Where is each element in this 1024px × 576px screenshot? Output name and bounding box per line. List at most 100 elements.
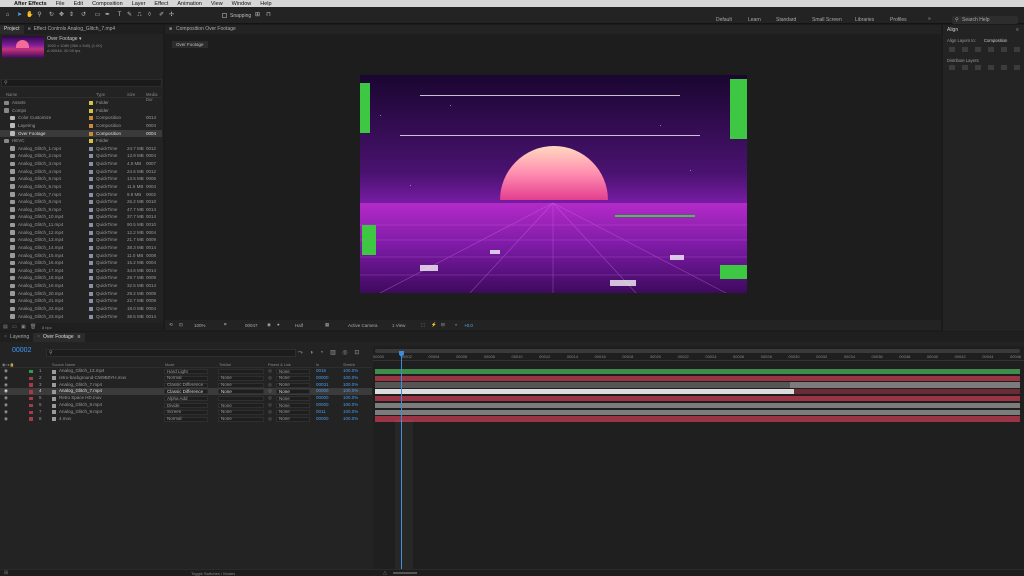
col-trkmat[interactable]: TrkMat (219, 363, 231, 367)
layer-visibility-icon[interactable]: ◉ (4, 395, 8, 402)
tab-effect-controls[interactable]: ■ Effect Controls Analog_Glitch_7.mp4 (24, 25, 120, 34)
pan-tool-icon[interactable]: ✥ (58, 12, 65, 19)
project-item[interactable]: Layering Composition 0004 (0, 122, 162, 130)
project-item[interactable]: Analog_Glitch_9.mp4 QuickTime 47.7 MB 0014 (0, 206, 162, 214)
project-item[interactable]: Analog_Glitch_3.mp4 QuickTime 4.5 MB 0007 (0, 160, 162, 168)
hand-tool-icon[interactable]: ✋ (26, 12, 33, 19)
layer-trkmat-dropdown[interactable] (218, 369, 264, 374)
layer-in-point[interactable]: 00031 (316, 382, 329, 389)
layer-label-color[interactable] (29, 369, 33, 374)
project-item[interactable]: Analog_Glitch_16.mp4 QuickTime 15.2 MB 0004 (0, 259, 162, 267)
distribute-top-icon[interactable] (949, 65, 955, 70)
layer-row[interactable]: ◉ 4 Analog_Glitch_7.mp4 Classic Difference N… (0, 388, 372, 396)
layer-mode-dropdown[interactable]: Normal (164, 375, 208, 381)
project-item[interactable]: Analog_Glitch_18.mp4 QuickTime 29.7 MB 0009 (0, 274, 162, 282)
align-to-dropdown[interactable]: Composition (984, 38, 1007, 43)
snapshot-icon[interactable]: ◉ (267, 322, 271, 328)
align-left-icon[interactable] (949, 47, 955, 52)
snap-magnet-icon[interactable]: ⊓ (265, 12, 272, 19)
shy-layers-icon[interactable]: ◔ (320, 350, 324, 356)
layer-row[interactable]: ◉ 8 4.mov Normal None ◎ None 00000 100.0% (0, 416, 372, 423)
timeline-search-input[interactable]: ⚲ (46, 349, 296, 357)
delete-icon[interactable]: 🗑 (30, 324, 36, 330)
layer-mode-dropdown[interactable]: Normal (164, 416, 208, 422)
layer-visibility-icon[interactable]: ◉ (4, 368, 8, 375)
layer-stretch[interactable]: 100.0% (343, 382, 358, 389)
layer-mode-dropdown[interactable]: Hard Light (164, 369, 208, 374)
label-color-swatch[interactable] (89, 207, 93, 212)
layer-name[interactable]: Analog_Glitch_7.mp4 (59, 382, 102, 389)
col-in[interactable]: In (316, 363, 319, 367)
label-color-swatch[interactable] (89, 284, 93, 289)
layer-trkmat-dropdown[interactable] (218, 396, 264, 402)
tab-composition[interactable]: ■ Composition Over Footage (165, 25, 240, 34)
layer-visibility-icon[interactable]: ◉ (4, 375, 8, 382)
distribute-vcenter-icon[interactable] (962, 65, 968, 70)
workspace-libraries[interactable]: Libraries (855, 17, 874, 23)
project-item[interactable]: Comps Folder (0, 107, 162, 115)
layer-row[interactable]: ◉ 7 Analog_Glitch_9.mp4 Screen None ◎ None 0011… (0, 409, 372, 416)
layer-stretch[interactable]: 100.0% (343, 402, 358, 409)
new-folder-icon[interactable]: ▭ (12, 324, 17, 330)
close-icon[interactable]: × (4, 334, 7, 340)
project-item[interactable]: Analog_Glitch_19.mp4 QuickTime 32.5 MB 0014 (0, 282, 162, 290)
draft-3d-icon[interactable]: ◑ (309, 350, 313, 356)
layer-row[interactable]: ◉ 1 Analog_Glitch_13.mp4 Hard Light ◎ None 001… (0, 368, 372, 375)
project-item[interactable]: Analog_Glitch_5.mp4 QuickTime 13.5 MB 0006 (0, 175, 162, 183)
project-item[interactable]: Analog_Glitch_2.mp4 QuickTime 13.9 MB 0004 (0, 152, 162, 160)
workspace-menu-icon[interactable]: » (928, 16, 931, 22)
project-item[interactable]: Analog_Glitch_20.mp4 QuickTime 29.2 MB 0009 (0, 290, 162, 298)
label-color-swatch[interactable] (89, 123, 93, 128)
pick-whip-icon[interactable]: ◎ (268, 375, 272, 382)
fast-previews-icon[interactable]: ⚡ (431, 322, 437, 328)
layer-duration-bar[interactable] (375, 416, 1020, 422)
label-color-swatch[interactable] (89, 253, 93, 258)
layer-stretch[interactable]: 100.0% (343, 416, 358, 423)
layer-stretch[interactable]: 100.0% (343, 388, 358, 395)
dolly-tool-icon[interactable]: ⇕ (68, 12, 75, 19)
layer-parent-dropdown[interactable]: None (276, 369, 310, 374)
label-color-swatch[interactable] (89, 291, 93, 296)
transparency-grid-icon[interactable]: ▦ (325, 322, 329, 328)
layer-in-point[interactable]: 00000 (316, 402, 329, 409)
color-channel-icon[interactable]: ● (277, 322, 280, 327)
interpret-footage-icon[interactable]: ▤ (3, 324, 8, 330)
workspace-default[interactable]: Default (716, 17, 732, 23)
preview-name[interactable]: Over Footage ▾ (47, 36, 81, 42)
frame-blending-icon[interactable]: ▥ (330, 350, 336, 356)
work-area-bar[interactable] (375, 349, 1020, 353)
clone-stamp-tool-icon[interactable]: ⎍ (136, 12, 143, 19)
label-color-swatch[interactable] (89, 307, 93, 311)
menu-edit[interactable]: Edit (74, 1, 83, 7)
pick-whip-icon[interactable]: ◎ (268, 382, 272, 389)
label-color-swatch[interactable] (89, 139, 93, 144)
label-color-swatch[interactable] (89, 200, 93, 205)
align-right-icon[interactable] (975, 47, 981, 52)
layer-label-color[interactable] (29, 390, 33, 394)
layer-visibility-icon[interactable]: ◉ (4, 382, 8, 389)
project-item[interactable]: Analog_Glitch_15.mp4 QuickTime 11.0 MB 0008 (0, 252, 162, 260)
menu-file[interactable]: File (56, 1, 65, 7)
layer-trkmat-dropdown[interactable]: None (218, 375, 264, 381)
distribute-bottom-icon[interactable] (975, 65, 981, 70)
menu-help[interactable]: Help (260, 1, 271, 7)
puppet-pin-tool-icon[interactable]: ✢ (168, 12, 175, 19)
col-parent[interactable]: Parent & Link (268, 363, 291, 367)
current-time-display[interactable]: 00047 (245, 323, 258, 328)
align-horizontal-center-icon[interactable] (962, 47, 968, 52)
align-menu-icon[interactable]: ≡ (1016, 27, 1019, 33)
layer-in-point[interactable]: 0011 (316, 409, 326, 416)
zoom-tool-icon[interactable]: ⚲ (36, 12, 43, 19)
col-stretch[interactable]: Stretch (343, 363, 355, 367)
layer-parent-dropdown[interactable]: None (276, 409, 310, 415)
snapping-toggle[interactable]: Snapping (222, 13, 251, 19)
layer-duration-bar[interactable] (375, 402, 1020, 408)
layer-duration-bar[interactable] (375, 409, 1020, 415)
layer-stretch[interactable]: 100.0% (343, 368, 358, 375)
layer-name[interactable]: Analog_Glitch_9.mp4 (59, 409, 102, 416)
layer-duration-bar[interactable] (375, 389, 794, 395)
layer-in-point[interactable]: 0016 (316, 368, 326, 375)
label-color-swatch[interactable] (89, 162, 93, 167)
layer-parent-dropdown[interactable]: None (276, 396, 310, 402)
layer-row[interactable]: ◉ 2 retro-background-CW9B0YH.mov Normal None… (0, 375, 372, 382)
